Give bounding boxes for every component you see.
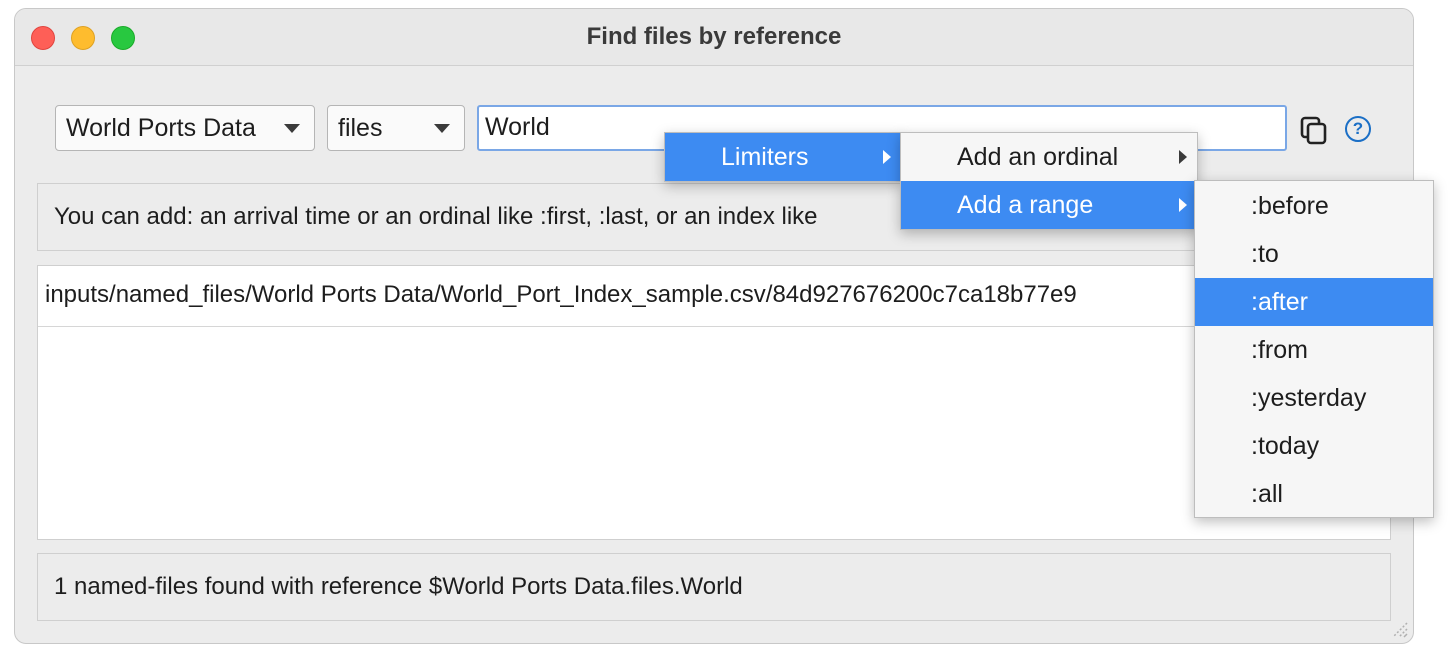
menu-item-from[interactable]: :from xyxy=(1195,326,1433,374)
result-path: inputs/named_files/World Ports Data/Worl… xyxy=(45,281,1077,308)
menu-item-label: :before xyxy=(1251,192,1329,220)
menu-item-label: :today xyxy=(1251,432,1320,460)
menu-item-label: :to xyxy=(1251,240,1279,268)
menu-item-to[interactable]: :to xyxy=(1195,230,1433,278)
status-bar: 1 named-files found with reference $Worl… xyxy=(37,553,1391,621)
submenu-arrow-icon xyxy=(883,150,891,164)
menu-item-label: :yesterday xyxy=(1251,384,1367,412)
type-select-value: files xyxy=(338,114,383,142)
menu-item-all[interactable]: :all xyxy=(1195,470,1433,518)
menu-item-before[interactable]: :before xyxy=(1195,182,1433,230)
dataset-select[interactable]: World Ports Data xyxy=(55,105,315,151)
copy-icon[interactable] xyxy=(1299,115,1329,145)
submenu-arrow-icon xyxy=(1179,150,1187,164)
menu-item-label: Add an ordinal xyxy=(957,143,1119,171)
menu-item-limiters[interactable]: Limiters xyxy=(665,133,901,181)
dropdown-arrow-icon xyxy=(434,124,450,133)
limiters-submenu: Add an ordinal Add a range xyxy=(900,132,1198,230)
menu-item-after[interactable]: :after xyxy=(1195,278,1433,326)
menu-item-label: :after xyxy=(1251,288,1308,316)
status-text: 1 named-files found with reference $Worl… xyxy=(54,573,743,600)
menu-item-label: Limiters xyxy=(721,143,809,171)
menu-item-add-ordinal[interactable]: Add an ordinal xyxy=(901,133,1197,181)
range-submenu: :before :to :after :from :yesterday :tod… xyxy=(1194,180,1434,518)
type-select[interactable]: files xyxy=(327,105,465,151)
help-icon[interactable]: ? xyxy=(1345,116,1371,142)
list-item[interactable]: inputs/named_files/World Ports Data/Worl… xyxy=(38,266,1390,327)
menu-item-today[interactable]: :today xyxy=(1195,422,1433,470)
menu-item-label: :from xyxy=(1251,336,1308,364)
title-bar[interactable]: Find files by reference xyxy=(15,9,1413,66)
menu-item-label: Add a range xyxy=(957,191,1094,219)
hint-text: You can add: an arrival time or an ordin… xyxy=(54,203,818,230)
menu-item-add-range[interactable]: Add a range xyxy=(901,181,1197,229)
window-title: Find files by reference xyxy=(586,23,842,50)
menu-item-yesterday[interactable]: :yesterday xyxy=(1195,374,1433,422)
results-list[interactable]: inputs/named_files/World Ports Data/Worl… xyxy=(37,265,1391,540)
dataset-select-value: World Ports Data xyxy=(66,114,256,142)
context-menu: Limiters xyxy=(664,132,902,182)
resize-grip-icon[interactable] xyxy=(1387,617,1409,639)
dropdown-arrow-icon xyxy=(284,124,300,133)
submenu-arrow-icon xyxy=(1179,198,1187,212)
menu-item-label: :all xyxy=(1251,480,1283,508)
search-input-value: World xyxy=(485,113,550,141)
